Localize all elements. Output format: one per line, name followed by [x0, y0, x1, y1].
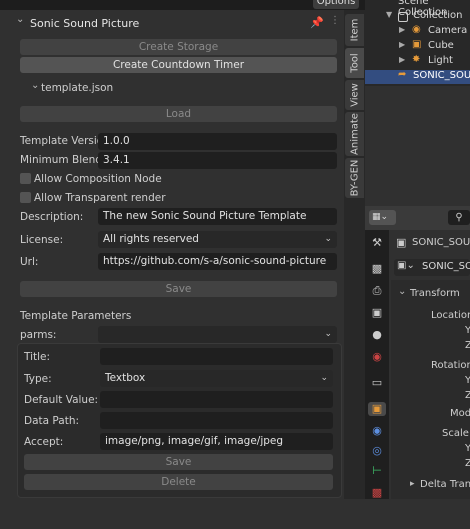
min-blender-field[interactable]: 3.4.1: [98, 152, 337, 169]
tab-view[interactable]: View: [345, 80, 364, 110]
chevron-down-icon[interactable]: ⌄: [398, 286, 406, 297]
tab-animate[interactable]: Animate: [345, 112, 364, 156]
collection-tab-icon[interactable]: ▭: [368, 376, 386, 390]
accept-label: Accept:: [24, 436, 64, 448]
data-tab-icon[interactable]: ⊢: [368, 464, 386, 478]
chevron-right-icon[interactable]: ▸: [410, 479, 415, 489]
type-dropdown[interactable]: Textbox ⌄: [100, 370, 333, 387]
load-button[interactable]: Load: [20, 106, 337, 122]
scale-y-label: Y: [465, 443, 470, 454]
chevron-right-icon: ▶: [399, 25, 406, 34]
chevron-down-icon: ⌄: [320, 373, 328, 383]
pin-icon[interactable]: 📌: [310, 16, 324, 29]
outliner-light[interactable]: ▶ ✸ Light: [365, 54, 470, 70]
url-label: Url:: [20, 256, 39, 268]
title-label: Title:: [24, 351, 51, 363]
object-name-dropdown[interactable]: ▣⌄ SONIC_SOUN: [394, 259, 470, 276]
outliner-camera[interactable]: ▶ ◉ Camera: [365, 24, 470, 40]
parms-label: parms:: [20, 329, 57, 341]
description-field[interactable]: The new Sonic Sound Picture Template: [98, 208, 337, 225]
chevron-down-icon: ▼: [386, 10, 393, 19]
render-tab-icon[interactable]: ▩: [368, 262, 386, 276]
transform-header: Transform: [410, 288, 460, 299]
type-value: Textbox: [105, 372, 146, 384]
constraint-tab-icon[interactable]: ◎: [368, 444, 386, 458]
rotation-z-label: Z: [465, 390, 470, 401]
chevron-down-icon: ⌄: [324, 234, 332, 244]
search-input[interactable]: ⚲: [448, 210, 470, 225]
license-value: All rights reserved: [103, 233, 199, 245]
create-countdown-button[interactable]: Create Countdown Timer: [20, 57, 337, 73]
object-tab-icon[interactable]: ▣: [368, 402, 386, 416]
outliner-cube[interactable]: ▶ ▣ Cube: [365, 39, 470, 55]
tab-tool[interactable]: Tool: [345, 48, 364, 78]
chevron-right-icon: ▶: [399, 40, 406, 49]
tab-item[interactable]: Item: [345, 14, 364, 46]
template-file-label: template.json: [41, 82, 114, 94]
template-params-heading: Template Parameters: [20, 310, 132, 322]
chevron-down-icon: ⌄: [324, 329, 332, 339]
default-value-field[interactable]: [100, 391, 333, 408]
parms-dropdown[interactable]: ⌄: [98, 326, 337, 343]
collection-icon: [398, 12, 408, 22]
license-label: License:: [20, 234, 64, 246]
default-value-label: Default Value:: [24, 394, 99, 406]
light-icon: ✸: [412, 54, 421, 65]
output-tab-icon[interactable]: ⎙: [368, 284, 386, 298]
rotation-y-label: Y: [465, 375, 470, 386]
object-name-label: SONIC_SOUND_: [412, 237, 470, 248]
allow-composition-label: Allow Composition Node: [34, 173, 162, 185]
allow-composition-checkbox[interactable]: [20, 173, 31, 184]
rotation-mode-label: Mode: [450, 408, 470, 419]
tool-tab-icon[interactable]: ⚒: [368, 236, 386, 250]
description-label: Description:: [20, 211, 84, 223]
template-version-field[interactable]: 1.0.0: [98, 133, 337, 150]
chevron-right-icon: ▶: [399, 55, 406, 64]
delete-button[interactable]: Delete: [24, 474, 333, 490]
view-layer-tab-icon[interactable]: ▣: [368, 306, 386, 320]
editor-type-dropdown[interactable]: ▦⌄: [369, 210, 396, 225]
allow-transparent-checkbox[interactable]: [20, 192, 31, 203]
accept-field[interactable]: image/png, image/gif, image/jpeg: [100, 433, 333, 450]
rotation-x-label: Rotation X: [431, 360, 470, 371]
scene-tab-icon[interactable]: ●: [368, 328, 386, 342]
chevron-down-icon[interactable]: ⌄: [16, 14, 24, 25]
location-z-label: Z: [465, 340, 470, 351]
location-x-label: Location X: [431, 310, 470, 321]
object-icon: ▣⌄: [397, 260, 415, 271]
panel-title: Sonic Sound Picture: [30, 17, 140, 30]
location-y-label: Y: [465, 325, 470, 336]
cube-icon: ▣: [412, 39, 422, 50]
license-dropdown[interactable]: All rights reserved ⌄: [98, 231, 337, 248]
create-storage-button[interactable]: Create Storage: [20, 39, 337, 55]
url-field[interactable]: https://github.com/s-a/sonic-sound-pictu…: [98, 253, 337, 270]
param-save-button[interactable]: Save: [24, 454, 333, 470]
scale-x-label: Scale X: [442, 428, 470, 439]
outliner-collection[interactable]: ▼ Collection: [365, 10, 470, 25]
tab-by-gen[interactable]: BY-GEN: [345, 158, 364, 198]
data-path-field[interactable]: [100, 412, 333, 429]
world-tab-icon[interactable]: ◉: [368, 350, 386, 364]
type-label: Type:: [24, 373, 52, 385]
options-button[interactable]: Options: [313, 0, 359, 9]
allow-transparent-label: Allow Transparent render: [34, 192, 166, 204]
camera-icon: ◉: [412, 24, 421, 35]
material-tab-icon[interactable]: ▩: [368, 486, 386, 500]
outliner-selected-object[interactable]: ➦ SONIC_SOUND: [365, 69, 470, 84]
armature-icon: ➦: [398, 69, 407, 80]
save-button[interactable]: Save: [20, 281, 337, 297]
scale-z-label: Z: [465, 458, 470, 469]
data-path-label: Data Path:: [24, 415, 80, 427]
object-data-icon: ▣: [396, 236, 407, 249]
chevron-down-icon[interactable]: ⌄: [31, 80, 39, 91]
modifier-tab-icon[interactable]: ◉: [368, 424, 386, 438]
delta-transform-header: Delta Transfo: [420, 479, 470, 490]
title-field[interactable]: [100, 348, 333, 365]
